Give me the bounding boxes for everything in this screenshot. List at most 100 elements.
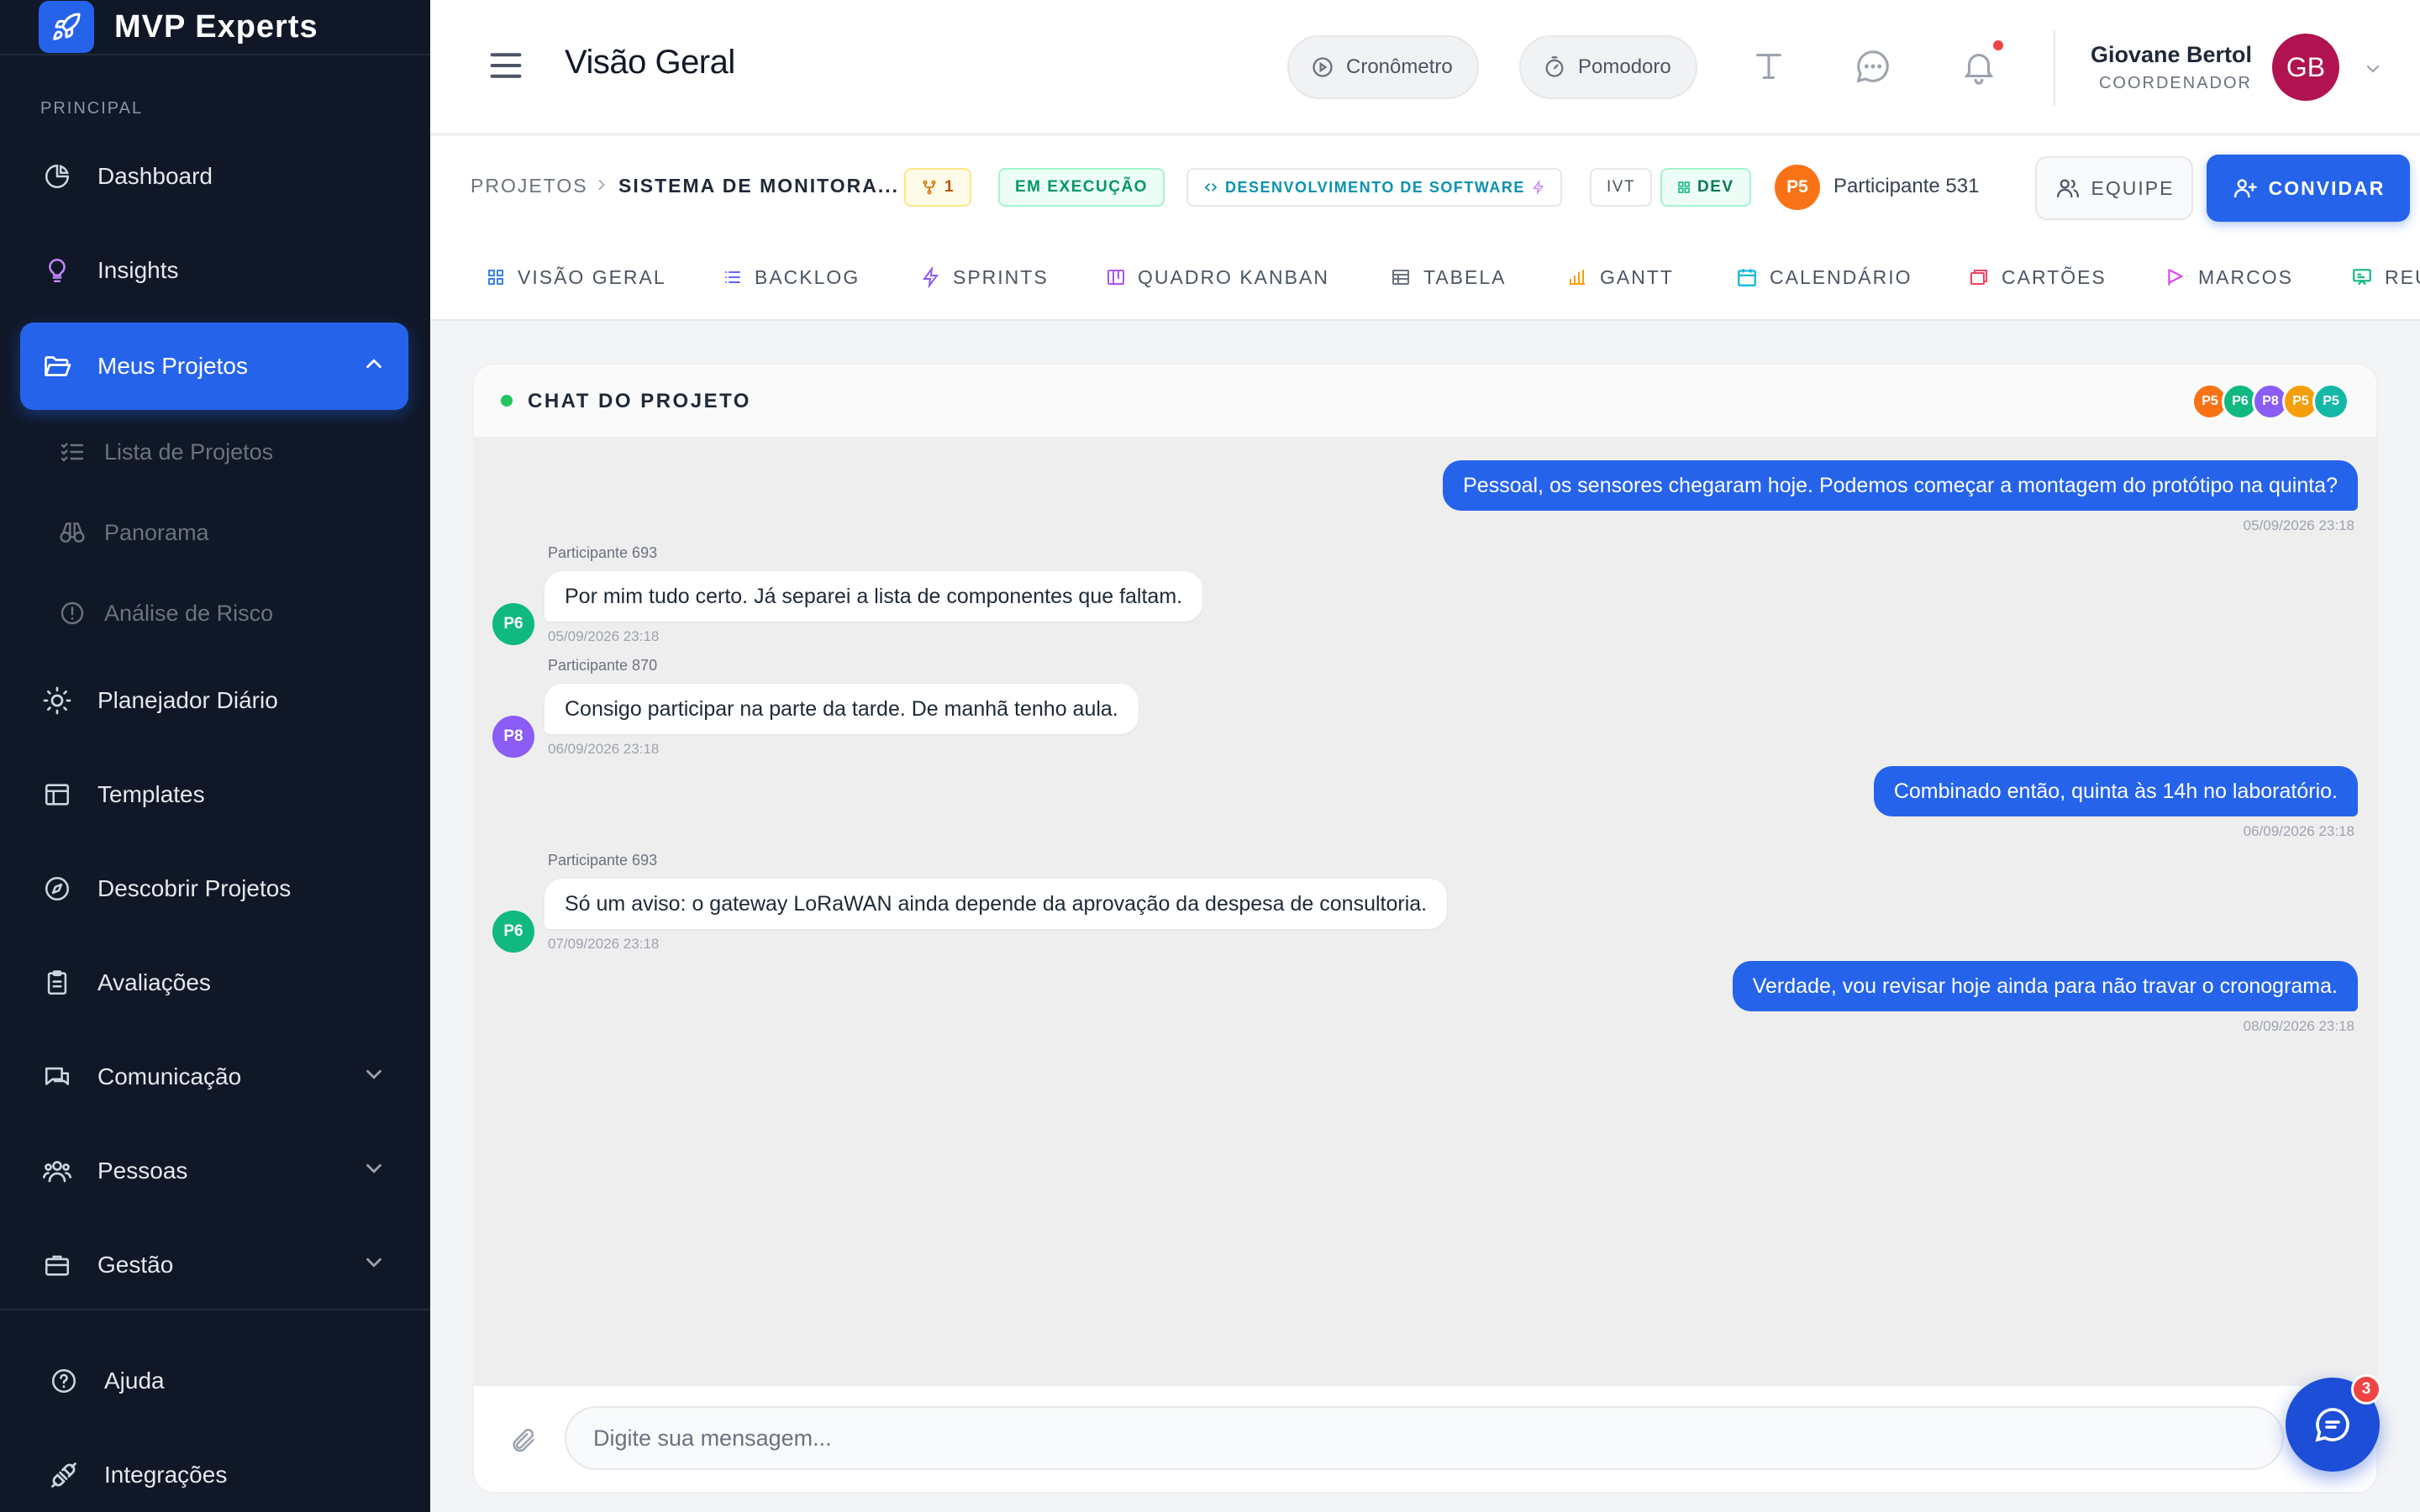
chevron-down-icon (361, 1250, 387, 1275)
tab-label: SPRINTS (953, 265, 1049, 288)
sidebar-item-label: Descobrir Projetos (97, 875, 292, 901)
sidebar-item-label: Planejador Diário (97, 687, 278, 713)
app-name: MVP Experts (114, 8, 318, 45)
tab-label: TABELA (1423, 265, 1507, 288)
category-badge[interactable]: DESENVOLVIMENTO DE SOFTWARE (1186, 168, 1562, 207)
paperclip-icon[interactable] (509, 1426, 538, 1455)
sidebar-item-avaliacoes[interactable]: Avaliações (20, 939, 408, 1026)
tab-label: MARCOS (2198, 265, 2293, 288)
pomodoro-button[interactable]: Pomodoro (1519, 35, 1697, 99)
sidebar-item-label: Dashboard (97, 163, 213, 189)
git-branch-icon (921, 179, 938, 196)
chevron-down-icon[interactable] (2363, 59, 2383, 79)
tab-visao-geral[interactable]: VISÃO GERAL (486, 260, 666, 294)
chat-title: CHAT DO PROJETO (528, 390, 751, 412)
convidar-button[interactable]: CONVIDAR (2207, 155, 2410, 222)
message-timestamp: 05/09/2026 23:18 (548, 628, 660, 644)
sidebar-item-templates[interactable]: Templates (20, 751, 408, 838)
sidebar-item-label: Pessoas (97, 1158, 188, 1184)
user-role: COORDENADOR (2098, 74, 2252, 92)
avatar[interactable]: GB (2272, 34, 2339, 101)
message-bubble: Por mim tudo certo. Já separei a lista d… (544, 571, 1203, 622)
participant-name[interactable]: Participante 531 (1833, 175, 1979, 198)
sidebar-item-pessoas[interactable]: Pessoas (20, 1127, 408, 1215)
pie-chart-icon (40, 160, 74, 193)
sidebar-subitem-label: Panorama (104, 519, 209, 545)
plug-icon (47, 1458, 81, 1492)
compass-icon (40, 872, 74, 906)
sidebar-item-planejador[interactable]: Planejador Diário (20, 657, 408, 744)
avatar[interactable]: P6 (492, 603, 534, 645)
equipe-button[interactable]: EQUIPE (2035, 156, 2193, 220)
divider (2054, 30, 2055, 106)
sidebar-item-label: Comunicação (97, 1063, 242, 1089)
tab-cartoes[interactable]: CARTÕES (1968, 260, 2107, 294)
sidebar-item-meus-projetos[interactable]: Meus Projetos (20, 323, 408, 410)
branch-badge[interactable]: 1 (904, 168, 972, 207)
sidebar-item-ajuda[interactable]: Ajuda (27, 1337, 415, 1425)
avatar[interactable]: P5 (1775, 165, 1820, 210)
breadcrumb-projetos[interactable]: PROJETOS (471, 175, 588, 197)
tab-quadro-kanban[interactable]: QUADRO KANBAN (1106, 260, 1329, 294)
bell-icon[interactable] (1960, 47, 1998, 86)
sidebar-item-comunicacao[interactable]: Comunicação (20, 1033, 408, 1121)
menu-icon[interactable] (487, 49, 524, 82)
tab-sprints[interactable]: SPRINTS (921, 260, 1049, 294)
cronometro-button[interactable]: Cronômetro (1287, 35, 1479, 99)
message-sender: Participante 870 (548, 657, 658, 674)
equipe-label: EQUIPE (2091, 176, 2175, 199)
sidebar-item-insights[interactable]: Insights (20, 227, 408, 314)
notification-dot (1991, 39, 2005, 52)
sidebar-subitem-lista-projetos[interactable]: Lista de Projetos (59, 427, 273, 477)
sidebar-item-gestao[interactable]: Gestão (20, 1221, 408, 1309)
tab-label: CALENDÁRIO (1770, 265, 1912, 288)
tab-marcos[interactable]: MARCOS (2165, 260, 2293, 294)
composer (474, 1384, 2376, 1492)
grid-icon (1677, 181, 1691, 194)
lightning-icon (1532, 180, 1545, 195)
status-badge: EM EXECUÇÃO (998, 168, 1165, 207)
message-list[interactable]: Pessoal, os sensores chegaram hoje. Pode… (474, 438, 2376, 1384)
tab-calendario[interactable]: CALENDÁRIO (1736, 260, 1912, 294)
chevron-down-icon (361, 1156, 387, 1181)
bar-chart-icon (1566, 267, 1588, 287)
tag-dev[interactable]: DEV (1660, 168, 1751, 207)
tab-backlog[interactable]: BACKLOG (723, 260, 860, 294)
project-bar: PROJETOS SISTEMA DE MONITORA... 1 EM EXE… (430, 136, 2420, 321)
briefcase-icon (40, 1248, 74, 1282)
tab-tabela[interactable]: TABELA (1390, 260, 1507, 294)
chat-bubble-icon[interactable] (1854, 47, 1892, 86)
message-input[interactable] (565, 1406, 2284, 1470)
tab-gantt[interactable]: GANTT (1566, 260, 1674, 294)
avatar[interactable]: P6 (492, 911, 534, 953)
chat-header: CHAT DO PROJETO P5 P6 P8 P5 P5 (474, 365, 2376, 438)
sun-icon (40, 684, 74, 717)
pomodoro-label: Pomodoro (1578, 55, 1671, 78)
divider (0, 1309, 430, 1310)
brand[interactable]: MVP Experts (39, 0, 318, 54)
tag-ivt-label: IVT (1607, 178, 1636, 196)
sidebar-subitem-analise-risco[interactable]: Análise de Risco (59, 588, 273, 638)
avatar[interactable]: P8 (492, 716, 534, 758)
member-avatar[interactable]: P5 (2312, 383, 2349, 420)
sidebar-item-integracoes[interactable]: Integrações (27, 1431, 415, 1512)
list-checks-icon (59, 438, 86, 465)
user-name[interactable]: Giovane Bertol (2091, 42, 2252, 68)
table-icon (1390, 267, 1412, 287)
online-indicator (501, 395, 513, 407)
message-timestamp: 08/09/2026 23:18 (2243, 1018, 2354, 1034)
message-timestamp: 07/09/2026 23:18 (548, 936, 660, 952)
sidebar-item-descobrir[interactable]: Descobrir Projetos (20, 845, 408, 932)
presentation-icon (2351, 266, 2373, 288)
tab-reunioes[interactable]: REU (2351, 260, 2420, 294)
tab-label: VISÃO GERAL (518, 265, 666, 288)
timer-icon (1543, 55, 1566, 79)
message-bubble: Verdade, vou revisar hoje ainda para não… (1732, 961, 2358, 1011)
messages-icon (40, 1060, 74, 1094)
lightbulb-icon (40, 254, 74, 287)
sidebar-subitem-panorama[interactable]: Panorama (59, 507, 209, 558)
tag-ivt[interactable]: IVT (1590, 168, 1653, 207)
text-size-icon[interactable] (1749, 47, 1788, 86)
code-icon (1203, 180, 1218, 195)
sidebar-item-dashboard[interactable]: Dashboard (20, 133, 408, 220)
